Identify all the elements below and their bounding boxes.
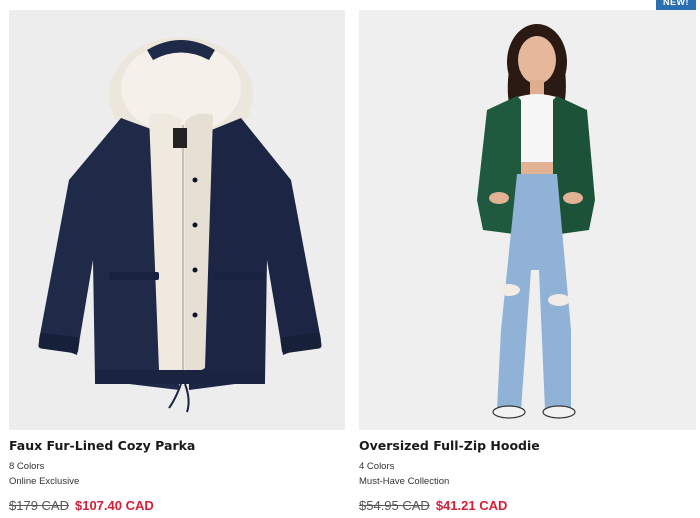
sale-price: $41.21 CAD [435, 498, 508, 513]
product-tagline: Must-Have Collection [359, 476, 450, 487]
new-badge: NEW! [656, 0, 696, 10]
price-row: $179 CAD $107.40 CAD [9, 498, 154, 513]
product-image-parka[interactable] [9, 10, 345, 430]
product-card-hoodie[interactable]: NEW! Oversized Full-Zip Hoodie 4 Colors … [359, 0, 696, 518]
parka-jacket-image [38, 37, 322, 413]
product-title[interactable]: Oversized Full-Zip Hoodie [359, 438, 540, 453]
product-title[interactable]: Faux Fur-Lined Cozy Parka [9, 438, 195, 453]
model-in-green-hoodie-image [477, 24, 595, 419]
product-image-hoodie[interactable] [359, 10, 696, 430]
color-count: 4 Colors [359, 461, 395, 472]
product-card-parka[interactable]: Faux Fur-Lined Cozy Parka 8 Colors Onlin… [9, 0, 345, 518]
sale-price: $107.40 CAD [74, 498, 154, 513]
color-count: 8 Colors [9, 461, 45, 472]
product-grid: Faux Fur-Lined Cozy Parka 8 Colors Onlin… [0, 0, 700, 518]
original-price: $54.95 CAD [359, 498, 430, 513]
product-tagline: Online Exclusive [9, 476, 80, 487]
price-row: $54.95 CAD $41.21 CAD [359, 498, 507, 513]
original-price: $179 CAD [9, 498, 69, 513]
